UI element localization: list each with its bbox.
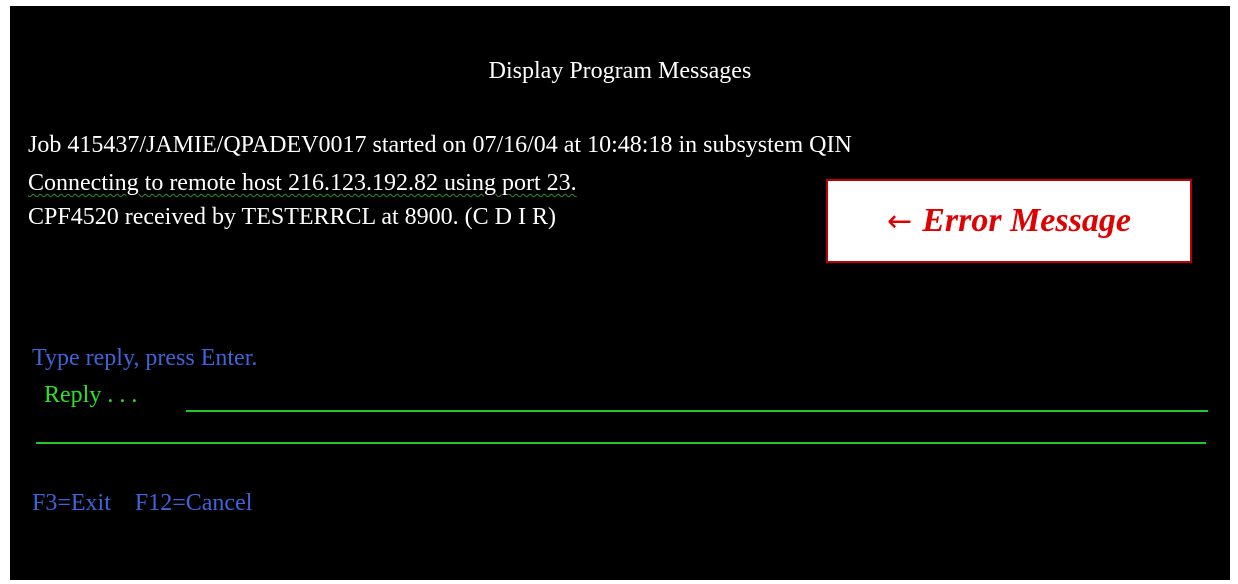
f12-cancel-key[interactable]: F12=Cancel [135,490,253,516]
error-message-callout: ← Error Message [826,179,1192,263]
terminal-screen: Display Program Messages Job 415437/JAMI… [10,6,1230,580]
message-line-connecting: Connecting to remote host 216.123.192.82… [28,170,577,196]
arrow-left-icon: ← [887,203,913,239]
f3-exit-key[interactable]: F3=Exit [32,490,111,516]
message-line-error: CPF4520 received by TESTERRCL at 8900. (… [28,204,556,230]
message-line-job-started: Job 415437/JAMIE/QPADEV0017 started on 0… [28,132,852,158]
reply-input-continuation[interactable] [36,442,1206,444]
page-title: Display Program Messages [488,58,752,84]
function-key-bar: F3=Exit F12=Cancel [32,490,270,517]
reply-label: Reply . . . [44,382,138,408]
reply-input[interactable] [186,386,1208,412]
reply-instruction: Type reply, press Enter. [32,345,258,371]
callout-label: Error Message [922,202,1131,239]
